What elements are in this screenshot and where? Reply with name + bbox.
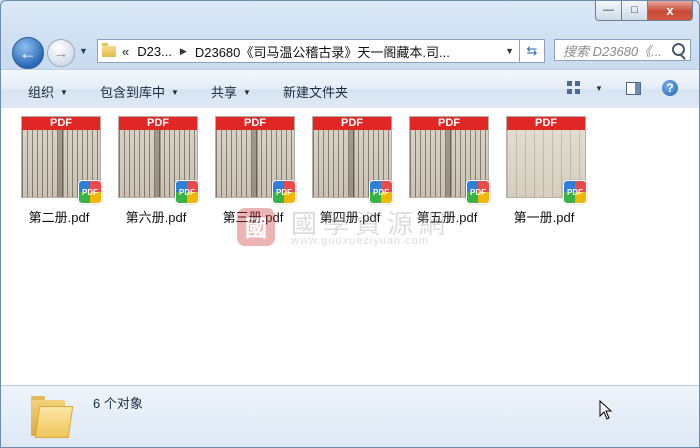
address-overflow[interactable]: « bbox=[122, 44, 129, 59]
folder-icon bbox=[31, 396, 74, 438]
search-box[interactable]: 搜索 D23680《... bbox=[554, 39, 691, 61]
maximize-button[interactable]: □ bbox=[622, 1, 648, 21]
change-view-icon[interactable] bbox=[567, 81, 581, 95]
help-icon[interactable]: ? bbox=[662, 80, 678, 96]
chevron-down-icon: ▼ bbox=[60, 88, 68, 97]
details-pane: 6 个对象 bbox=[1, 385, 699, 447]
organize-menu[interactable]: 组织 ▼ bbox=[28, 82, 68, 101]
search-icon[interactable] bbox=[672, 43, 685, 56]
pdf-app-icon: PDF bbox=[175, 180, 199, 204]
watermark-url: www.guoxueziyuan.com bbox=[291, 235, 430, 247]
new-folder-button[interactable]: 新建文件夹 bbox=[283, 82, 348, 101]
address-dropdown-icon[interactable]: ▼ bbox=[505, 46, 514, 56]
file-item[interactable]: PDF PDF 第四册.pdf bbox=[307, 114, 399, 225]
pdf-app-icon: PDF bbox=[272, 180, 296, 204]
preview-pane-icon[interactable] bbox=[626, 82, 641, 95]
file-item[interactable]: PDF PDF 第三册.pdf bbox=[210, 114, 302, 225]
file-item[interactable]: PDF PDF 第一册.pdf bbox=[501, 114, 593, 225]
search-input[interactable]: 搜索 D23680《... bbox=[563, 41, 671, 60]
refresh-icon: ⇆ bbox=[526, 43, 538, 58]
pdf-app-icon: PDF bbox=[78, 180, 102, 204]
pdf-band: PDF bbox=[216, 117, 294, 130]
file-item[interactable]: PDF PDF 第六册.pdf bbox=[113, 114, 205, 225]
file-name[interactable]: 第二册.pdf bbox=[16, 207, 102, 226]
watermark-seal: 國 bbox=[237, 208, 275, 246]
file-item[interactable]: PDF PDF 第五册.pdf bbox=[404, 114, 496, 225]
address-bar[interactable]: « D23... ▶ D23680《司马温公稽古录》天一阁藏本.司... ▼ bbox=[97, 39, 520, 63]
pdf-band: PDF bbox=[313, 117, 391, 130]
pdf-app-icon: PDF bbox=[466, 180, 490, 204]
minimize-button[interactable]: — bbox=[595, 1, 622, 21]
chevron-down-icon: ▼ bbox=[171, 88, 179, 97]
mouse-cursor-icon bbox=[599, 400, 613, 420]
include-in-library-menu[interactable]: 包含到库中 ▼ bbox=[100, 82, 179, 101]
recent-pages-dropdown[interactable]: ▼ bbox=[79, 46, 88, 56]
breadcrumb-separator-icon[interactable]: ▶ bbox=[180, 46, 187, 57]
include-in-library-label: 包含到库中 bbox=[100, 85, 166, 100]
share-label: 共享 bbox=[211, 85, 238, 100]
pdf-app-icon: PDF bbox=[563, 180, 587, 204]
pdf-band: PDF bbox=[507, 117, 585, 130]
share-menu[interactable]: 共享 ▼ bbox=[211, 82, 251, 101]
file-item[interactable]: PDF PDF 第二册.pdf bbox=[16, 114, 108, 225]
pdf-band: PDF bbox=[22, 117, 100, 130]
back-arrow-icon: ← bbox=[19, 42, 37, 63]
file-name[interactable]: 第一册.pdf bbox=[501, 207, 587, 226]
pdf-band: PDF bbox=[119, 117, 197, 130]
site-watermark: 國 國學資源網 www.guoxueziyuan.com bbox=[237, 202, 467, 252]
file-name[interactable]: 第六册.pdf bbox=[113, 207, 199, 226]
forward-button[interactable]: → bbox=[47, 39, 75, 67]
organize-label: 组织 bbox=[28, 85, 55, 100]
pdf-band: PDF bbox=[410, 117, 488, 130]
close-button[interactable]: x bbox=[648, 1, 693, 21]
chevron-down-icon: ▼ bbox=[243, 88, 251, 97]
caption-buttons: — □ x bbox=[595, 1, 693, 21]
explorer-window: — □ x ← → ▼ « D23... ▶ D23680《司马温公稽古录》天一… bbox=[0, 0, 700, 448]
item-count: 6 个对象 bbox=[93, 396, 143, 411]
view-options-dropdown-icon[interactable]: ▼ bbox=[595, 84, 603, 93]
breadcrumb-item-2[interactable]: D23680《司马温公稽古录》天一阁藏本.司... bbox=[195, 42, 450, 61]
refresh-button[interactable]: ⇆ bbox=[520, 39, 545, 63]
file-list[interactable]: PDF PDF 第二册.pdf PDF PDF 第六册.pdf PDF PDF … bbox=[1, 108, 699, 385]
back-button[interactable]: ← bbox=[12, 37, 44, 69]
pdf-app-icon: PDF bbox=[369, 180, 393, 204]
breadcrumb-item-1[interactable]: D23... bbox=[137, 44, 172, 59]
command-bar: 组织 ▼ 包含到库中 ▼ 共享 ▼ 新建文件夹 ▼ ? bbox=[1, 69, 699, 109]
forward-arrow-icon: → bbox=[53, 44, 69, 62]
new-folder-label: 新建文件夹 bbox=[283, 85, 349, 100]
folder-icon bbox=[102, 42, 116, 57]
